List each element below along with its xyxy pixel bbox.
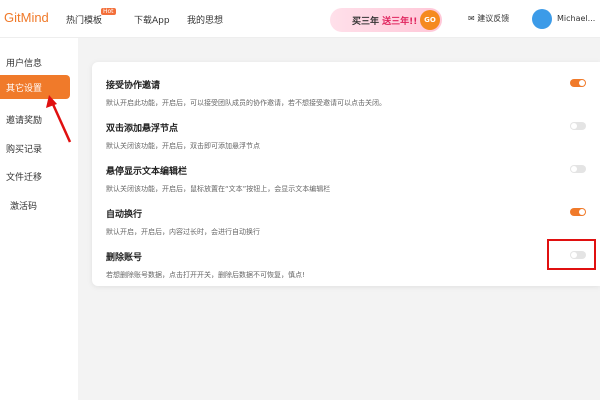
annotation-arrow-icon (46, 95, 72, 143)
